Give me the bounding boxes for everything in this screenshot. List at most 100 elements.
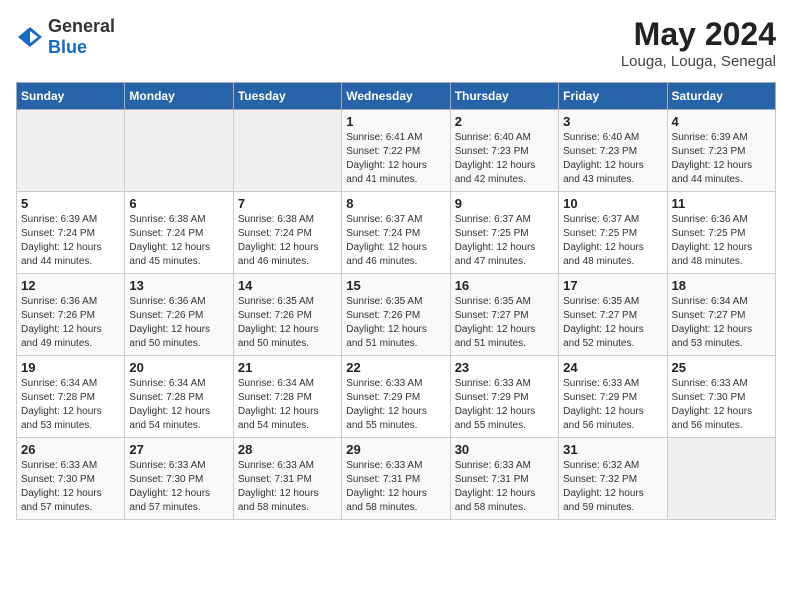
day-number: 6 [129,196,228,211]
logo: General Blue [16,16,115,58]
day-info: Sunrise: 6:39 AM Sunset: 7:23 PM Dayligh… [672,131,771,187]
day-cell [17,110,125,192]
day-number: 9 [455,196,554,211]
day-number: 10 [563,196,662,211]
day-number: 28 [238,442,337,457]
location-title: Louga, Louga, Senegal [621,53,776,70]
day-info: Sunrise: 6:41 AM Sunset: 7:22 PM Dayligh… [346,131,445,187]
day-info: Sunrise: 6:35 AM Sunset: 7:26 PM Dayligh… [346,295,445,351]
day-number: 15 [346,278,445,293]
day-cell: 6 Sunrise: 6:38 AM Sunset: 7:24 PM Daylig… [125,192,233,274]
page-header: General Blue May 2024 Louga, Louga, Sene… [16,16,776,70]
day-number: 29 [346,442,445,457]
week-row-3: 12 Sunrise: 6:36 AM Sunset: 7:26 PM Dayli… [17,274,776,356]
day-cell: 2Sunrise: 6:40 AM Sunset: 7:23 PM Daylig… [450,110,558,192]
day-cell: 24 Sunrise: 6:33 AM Sunset: 7:29 PM Dayli… [559,356,667,438]
day-cell: 10 Sunrise: 6:37 AM Sunset: 7:25 PM Dayli… [559,192,667,274]
day-info: Sunrise: 6:33 AM Sunset: 7:31 PM Dayligh… [238,459,337,515]
day-cell [233,110,341,192]
day-number: 19 [21,360,120,375]
day-info: Sunrise: 6:33 AM Sunset: 7:31 PM Dayligh… [455,459,554,515]
day-cell: 28 Sunrise: 6:33 AM Sunset: 7:31 PM Dayli… [233,438,341,520]
col-header-saturday: Saturday [667,83,775,110]
day-number: 22 [346,360,445,375]
day-cell: 16 Sunrise: 6:35 AM Sunset: 7:27 PM Dayli… [450,274,558,356]
day-cell: 26Sunrise: 6:33 AM Sunset: 7:30 PM Dayli… [17,438,125,520]
day-number: 1 [346,114,445,129]
day-info: Sunrise: 6:33 AM Sunset: 7:29 PM Dayligh… [455,377,554,433]
day-cell: 8Sunrise: 6:37 AM Sunset: 7:24 PM Daylig… [342,192,450,274]
day-number: 12 [21,278,120,293]
day-cell: 30 Sunrise: 6:33 AM Sunset: 7:31 PM Dayli… [450,438,558,520]
day-cell: 18 Sunrise: 6:34 AM Sunset: 7:27 PM Dayli… [667,274,775,356]
day-number: 13 [129,278,228,293]
logo-blue: Blue [48,37,87,57]
day-cell: 14Sunrise: 6:35 AM Sunset: 7:26 PM Dayli… [233,274,341,356]
day-number: 30 [455,442,554,457]
day-cell: 4Sunrise: 6:39 AM Sunset: 7:23 PM Daylig… [667,110,775,192]
day-info: Sunrise: 6:37 AM Sunset: 7:24 PM Dayligh… [346,213,445,269]
month-title: May 2024 [621,16,776,53]
day-cell: 27 Sunrise: 6:33 AM Sunset: 7:30 PM Dayli… [125,438,233,520]
day-cell: 15 Sunrise: 6:35 AM Sunset: 7:26 PM Dayli… [342,274,450,356]
day-cell: 31 Sunrise: 6:32 AM Sunset: 7:32 PM Dayli… [559,438,667,520]
day-info: Sunrise: 6:34 AM Sunset: 7:28 PM Dayligh… [129,377,228,433]
logo-icon [16,23,44,51]
day-cell: 13 Sunrise: 6:36 AM Sunset: 7:26 PM Dayli… [125,274,233,356]
day-cell: 7 Sunrise: 6:38 AM Sunset: 7:24 PM Daylig… [233,192,341,274]
day-info: Sunrise: 6:39 AM Sunset: 7:24 PM Dayligh… [21,213,120,269]
week-row-1: 1 Sunrise: 6:41 AM Sunset: 7:22 PM Daylig… [17,110,776,192]
day-cell [667,438,775,520]
day-info: Sunrise: 6:38 AM Sunset: 7:24 PM Dayligh… [129,213,228,269]
title-block: May 2024 Louga, Louga, Senegal [621,16,776,70]
col-header-wednesday: Wednesday [342,83,450,110]
day-info: Sunrise: 6:33 AM Sunset: 7:29 PM Dayligh… [563,377,662,433]
day-cell [125,110,233,192]
day-info: Sunrise: 6:36 AM Sunset: 7:26 PM Dayligh… [21,295,120,351]
day-number: 20 [129,360,228,375]
day-info: Sunrise: 6:35 AM Sunset: 7:27 PM Dayligh… [455,295,554,351]
day-number: 18 [672,278,771,293]
day-info: Sunrise: 6:33 AM Sunset: 7:30 PM Dayligh… [672,377,771,433]
day-cell: 17 Sunrise: 6:35 AM Sunset: 7:27 PM Dayli… [559,274,667,356]
day-info: Sunrise: 6:37 AM Sunset: 7:25 PM Dayligh… [563,213,662,269]
day-cell: 29Sunrise: 6:33 AM Sunset: 7:31 PM Dayli… [342,438,450,520]
day-info: Sunrise: 6:33 AM Sunset: 7:29 PM Dayligh… [346,377,445,433]
day-info: Sunrise: 6:34 AM Sunset: 7:28 PM Dayligh… [21,377,120,433]
day-info: Sunrise: 6:36 AM Sunset: 7:25 PM Dayligh… [672,213,771,269]
day-cell: 1 Sunrise: 6:41 AM Sunset: 7:22 PM Daylig… [342,110,450,192]
day-number: 31 [563,442,662,457]
day-number: 14 [238,278,337,293]
day-info: Sunrise: 6:37 AM Sunset: 7:25 PM Dayligh… [455,213,554,269]
day-info: Sunrise: 6:40 AM Sunset: 7:23 PM Dayligh… [563,131,662,187]
day-cell: 9 Sunrise: 6:37 AM Sunset: 7:25 PM Daylig… [450,192,558,274]
day-cell: 5Sunrise: 6:39 AM Sunset: 7:24 PM Daylig… [17,192,125,274]
week-row-2: 5Sunrise: 6:39 AM Sunset: 7:24 PM Daylig… [17,192,776,274]
logo-general: General [48,16,115,36]
day-info: Sunrise: 6:36 AM Sunset: 7:26 PM Dayligh… [129,295,228,351]
day-number: 11 [672,196,771,211]
day-info: Sunrise: 6:38 AM Sunset: 7:24 PM Dayligh… [238,213,337,269]
day-number: 7 [238,196,337,211]
day-number: 16 [455,278,554,293]
day-info: Sunrise: 6:35 AM Sunset: 7:27 PM Dayligh… [563,295,662,351]
day-cell: 20 Sunrise: 6:34 AM Sunset: 7:28 PM Dayli… [125,356,233,438]
day-number: 26 [21,442,120,457]
col-header-sunday: Sunday [17,83,125,110]
col-header-thursday: Thursday [450,83,558,110]
day-number: 25 [672,360,771,375]
day-cell: 21Sunrise: 6:34 AM Sunset: 7:28 PM Dayli… [233,356,341,438]
day-number: 27 [129,442,228,457]
day-number: 17 [563,278,662,293]
day-info: Sunrise: 6:34 AM Sunset: 7:27 PM Dayligh… [672,295,771,351]
day-info: Sunrise: 6:32 AM Sunset: 7:32 PM Dayligh… [563,459,662,515]
day-info: Sunrise: 6:33 AM Sunset: 7:30 PM Dayligh… [129,459,228,515]
day-cell: 12 Sunrise: 6:36 AM Sunset: 7:26 PM Dayli… [17,274,125,356]
day-cell: 22 Sunrise: 6:33 AM Sunset: 7:29 PM Dayli… [342,356,450,438]
week-row-5: 26 Sunrise: 6:33 AM Sunset: 7:30 PM Dayli… [17,438,776,520]
day-number: 3 [563,114,662,129]
day-number: 24 [563,360,662,375]
day-cell: 25 Sunrise: 6:33 AM Sunset: 7:30 PM Dayli… [667,356,775,438]
day-cell: 3 Sunrise: 6:40 AM Sunset: 7:23 PM Daylig… [559,110,667,192]
day-info: Sunrise: 6:40 AM Sunset: 7:23 PM Dayligh… [455,131,554,187]
